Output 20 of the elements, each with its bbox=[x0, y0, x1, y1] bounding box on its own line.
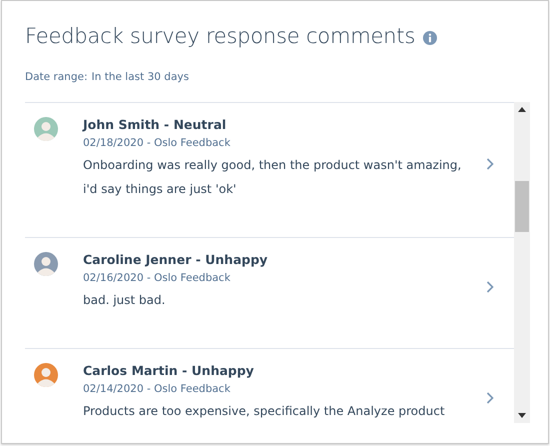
date-range-label: Date range: bbox=[25, 71, 88, 83]
scrollbar-thumb[interactable] bbox=[515, 181, 529, 232]
info-icon[interactable] bbox=[423, 31, 438, 45]
comment-text: Onboarding was really good, then the product wasn't amazing, i'd say things are just 'ok' bbox=[83, 157, 462, 198]
chevron-right-icon[interactable] bbox=[486, 392, 494, 404]
card-title: Feedback survey response comments bbox=[25, 24, 416, 48]
respondent-name: John Smith - Neutral bbox=[83, 116, 228, 134]
respondent-name: Carlos Martin - Unhappy bbox=[83, 362, 255, 380]
response-date-and-survey: 02/14/2020 - Oslo Feedback bbox=[83, 383, 232, 395]
chevron-right-icon[interactable] bbox=[486, 158, 494, 170]
scrollbar[interactable] bbox=[514, 102, 530, 423]
scroll-down-icon[interactable] bbox=[518, 413, 526, 418]
date-range-value: In the last 30 days bbox=[92, 71, 189, 83]
response-date-and-survey: 02/16/2020 - Oslo Feedback bbox=[83, 272, 232, 284]
response-date-and-survey: 02/18/2020 - Oslo Feedback bbox=[83, 137, 232, 149]
respondent-name: Caroline Jenner - Unhappy bbox=[83, 251, 269, 269]
scroll-up-icon[interactable] bbox=[518, 107, 526, 112]
chevron-right-icon[interactable] bbox=[486, 281, 494, 293]
comment-text: Products are too expensive, specifically the Analyze product bbox=[83, 403, 446, 420]
comment-text: bad. just bad. bbox=[83, 292, 166, 309]
